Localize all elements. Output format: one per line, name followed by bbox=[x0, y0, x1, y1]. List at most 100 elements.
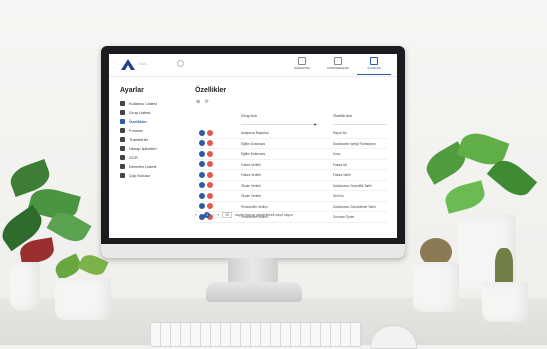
users-icon bbox=[120, 101, 125, 106]
first-page-icon[interactable]: « bbox=[195, 213, 197, 217]
top-bar: Ara... ANASAYFA DOKÜMANLAR AYARLAR bbox=[109, 54, 397, 77]
sidebar-item-ocr[interactable]: OCR bbox=[120, 153, 190, 162]
logo-icon bbox=[121, 59, 135, 70]
cell-property: Konu bbox=[333, 152, 341, 156]
monitor-chin bbox=[101, 244, 405, 258]
edit-icon[interactable] bbox=[199, 203, 205, 209]
table-header: Grup Adı Özellik Adı bbox=[195, 111, 387, 123]
monitor-stand-neck bbox=[228, 258, 278, 284]
page-size-info: sayfa başına gösterilecek kayıt sayısı bbox=[235, 213, 294, 217]
current-page[interactable]: 1 bbox=[204, 212, 211, 218]
cell-group: Ölçüm Verileri bbox=[241, 183, 261, 188]
edit-icon[interactable] bbox=[199, 182, 205, 188]
sidebar-item-label: Grup Listesi bbox=[129, 110, 151, 115]
delete-icon[interactable] bbox=[207, 182, 213, 188]
group-icon bbox=[120, 110, 125, 115]
delete-icon[interactable] bbox=[207, 203, 213, 209]
page-title: Özellikler bbox=[195, 87, 227, 94]
add-icon[interactable]: ⊕ bbox=[196, 99, 200, 105]
table-row: Eğitim Dokümanı Dokümanın İçeriği Fonksiy… bbox=[195, 139, 387, 149]
topnav-documents[interactable]: DOKÜMANLAR bbox=[321, 56, 355, 74]
sidebar-item-forms[interactable]: Formlar bbox=[120, 126, 190, 135]
sidebar-item-label: Çöp Kutusu bbox=[129, 173, 150, 178]
column-header-property[interactable]: Özellik Adı bbox=[333, 113, 352, 118]
asterisk-icon bbox=[120, 119, 125, 124]
topnav-label: AYARLAR bbox=[367, 66, 381, 70]
edit-icon[interactable] bbox=[199, 150, 205, 157]
edit-icon[interactable] bbox=[199, 161, 205, 167]
table-body: Araştırma Raporları Rapor No Eğitim Doküma… bbox=[195, 128, 387, 223]
cell-property: Fatura Tarihi bbox=[333, 173, 351, 177]
delete-icon[interactable] bbox=[207, 171, 213, 178]
page-size-select[interactable]: 10 bbox=[222, 212, 233, 218]
sidebar-item-groups[interactable]: Grup Listesi bbox=[120, 108, 190, 117]
sidebar-item-properties[interactable]: Özellikler bbox=[120, 117, 190, 126]
cell-group: Fatura Verileri bbox=[241, 173, 261, 177]
table-row: Ölçüm Verileri Seri No bbox=[195, 191, 387, 202]
sidebar-item-transfers[interactable]: Transferler bbox=[120, 135, 190, 144]
list-icon bbox=[120, 164, 125, 169]
table-row: Personeller Verileri Dokümanın Güncelleme… bbox=[195, 202, 387, 212]
topnav-settings[interactable]: AYARLAR bbox=[357, 56, 391, 75]
refresh-icon[interactable]: ⟳ bbox=[205, 99, 209, 105]
pagination: « ‹ 1 › » 10 sayfa başına gösterilecek k… bbox=[195, 212, 293, 218]
cell-property: Dokümanın İçeriği Fonksiyonu bbox=[333, 141, 376, 146]
table-row: Fatura Verileri Fatura Tarihi bbox=[195, 170, 387, 181]
search-icon[interactable] bbox=[177, 60, 184, 67]
filter-icon[interactable]: ▼ bbox=[313, 122, 317, 127]
edit-icon[interactable] bbox=[199, 171, 205, 178]
settings-icon bbox=[370, 57, 378, 65]
sidebar-item-label: Hesap İşlemleri bbox=[129, 146, 157, 151]
table-row: Ölçüm Verileri Dokümanın Geçerlilik Tarih… bbox=[195, 181, 387, 191]
table-row: Eğitim Dokümanı Konu bbox=[195, 149, 387, 160]
sidebar-item-label: OCR bbox=[129, 155, 138, 160]
delete-icon[interactable] bbox=[207, 140, 213, 146]
cell-group: Personeller Verileri bbox=[241, 204, 268, 209]
edit-icon[interactable] bbox=[199, 192, 205, 199]
delete-icon[interactable] bbox=[207, 150, 213, 157]
table-row: Fatura Verileri Fatura No bbox=[195, 160, 387, 170]
sidebar: Kullanıcı Listesi Grup Listesi Özellikle… bbox=[120, 99, 190, 180]
app-screen: Ara... ANASAYFA DOKÜMANLAR AYARLAR Ayarl… bbox=[109, 54, 397, 238]
cell-property: Seri No bbox=[333, 194, 344, 198]
cell-group: Fatura Verileri bbox=[241, 162, 261, 167]
sidebar-item-account[interactable]: Hesap İşlemleri bbox=[120, 144, 190, 153]
ocr-icon bbox=[120, 155, 125, 160]
cell-group: Ölçüm Verileri bbox=[241, 194, 261, 198]
column-header-group[interactable]: Grup Adı bbox=[241, 113, 257, 118]
share-icon bbox=[120, 137, 125, 142]
topnav-label: ANASAYFA bbox=[294, 66, 310, 70]
sidebar-item-label: Denetim Listesi bbox=[129, 164, 157, 169]
next-page-icon[interactable]: › bbox=[213, 213, 214, 217]
cell-group: Araştırma Raporları bbox=[241, 131, 269, 135]
toolbar: ⊕ ⟳ bbox=[196, 99, 209, 105]
monitor: Ara... ANASAYFA DOKÜMANLAR AYARLAR Ayarl… bbox=[101, 46, 405, 258]
edit-icon[interactable] bbox=[199, 140, 205, 146]
user-settings-icon bbox=[120, 146, 125, 151]
trash-icon bbox=[120, 173, 125, 178]
property-filter-input[interactable] bbox=[333, 124, 387, 125]
form-icon bbox=[120, 128, 125, 133]
sidebar-title: Ayarlar bbox=[120, 87, 144, 94]
edit-icon[interactable] bbox=[199, 129, 205, 136]
group-filter-input[interactable] bbox=[241, 124, 319, 125]
cell-group: Eğitim Dokümanı bbox=[241, 141, 266, 146]
prev-page-icon[interactable]: ‹ bbox=[200, 213, 201, 217]
search-input[interactable]: Ara... bbox=[139, 59, 181, 69]
keyboard bbox=[150, 322, 362, 347]
last-page-icon[interactable]: » bbox=[217, 213, 219, 217]
sidebar-item-trash[interactable]: Çöp Kutusu bbox=[120, 171, 190, 180]
cell-property: Fatura No bbox=[333, 162, 348, 167]
sidebar-item-label: Özellikler bbox=[129, 119, 147, 124]
sidebar-item-label: Transferler bbox=[129, 137, 149, 142]
delete-icon[interactable] bbox=[207, 161, 213, 167]
sidebar-item-users[interactable]: Kullanıcı Listesi bbox=[120, 99, 190, 108]
delete-icon[interactable] bbox=[207, 129, 213, 136]
home-icon bbox=[298, 57, 306, 65]
document-icon bbox=[334, 57, 342, 65]
cell-group: Eğitim Dokümanı bbox=[241, 152, 266, 156]
delete-icon[interactable] bbox=[207, 192, 213, 199]
sidebar-item-audit[interactable]: Denetim Listesi bbox=[120, 162, 190, 171]
cell-property: Dokümanın Güncelleme Tarihi bbox=[333, 204, 376, 209]
topnav-home[interactable]: ANASAYFA bbox=[285, 56, 319, 74]
